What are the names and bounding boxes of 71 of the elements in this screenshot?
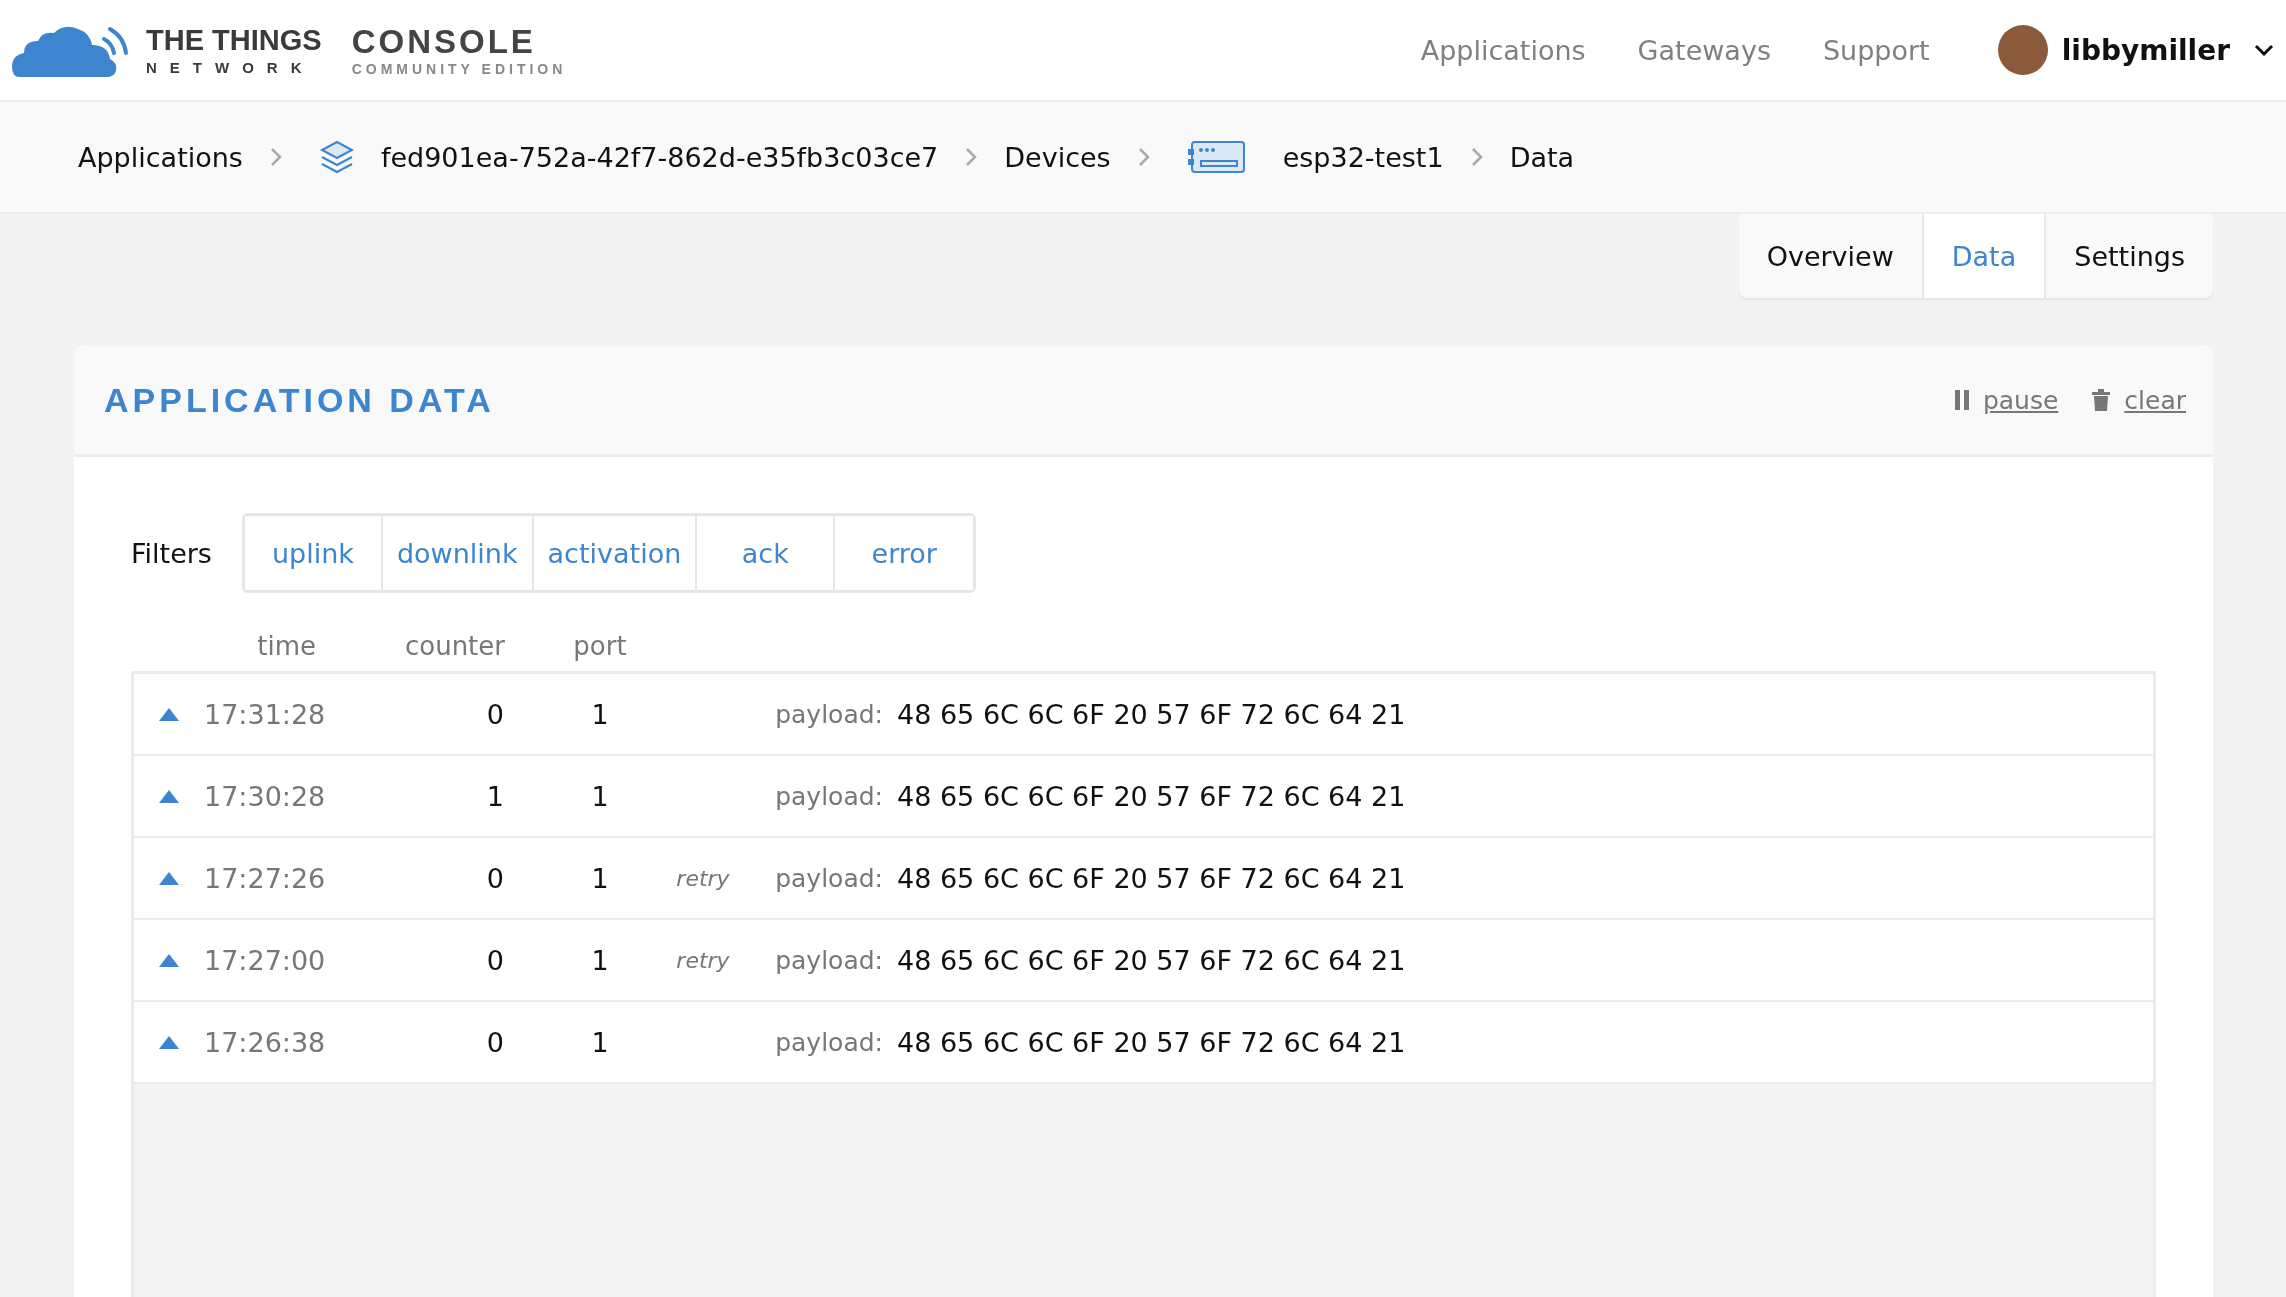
counter-cell-text: 1 — [485, 780, 504, 812]
payload-value: 48 65 6C 6C 6F 20 57 6F 72 6C 64 21 — [897, 944, 1407, 976]
pause-icon[interactable] — [1954, 390, 1969, 410]
breadcrumb-link[interactable]: esp32-test1 — [1282, 141, 1444, 173]
payload-label: payload: — [774, 781, 884, 811]
payload-value: 48 65 6C 6C 6F 20 57 6F 72 6C 64 21 — [897, 780, 1407, 812]
port-cell-text: 1 — [590, 780, 610, 812]
trash-icon[interactable] — [2092, 389, 2111, 411]
payload-value: 48 65 6C 6C 6F 20 57 6F 72 6C 64 21 — [897, 862, 1407, 894]
chevron-right-icon — [1136, 146, 1151, 168]
nav-link[interactable]: Gateways — [1637, 34, 1771, 66]
breadcrumb-link[interactable]: fed901ea-752a-42f7-862d-e35fb3c03ce7 — [380, 141, 939, 173]
data-row[interactable]: 17:30:28 1 1 payload: 48 65 6C 6C 6F 20 57 6F 72 6C 64 21 — [134, 756, 2153, 838]
time-cell-text: 17:27:26 — [204, 862, 327, 894]
counter-cell-text: 0 — [485, 944, 504, 976]
uplink-triangle-icon — [159, 1035, 179, 1049]
retry-note: retry — [676, 865, 730, 891]
tab[interactable]: Settings — [2046, 214, 2213, 298]
payload-label: payload: — [774, 863, 884, 893]
card-title: APPLICATION DATA — [104, 380, 495, 420]
port-cell-text: 1 — [590, 1026, 610, 1058]
filter-button[interactable]: uplink — [244, 516, 383, 590]
product-edition: COMMUNITY EDITION — [351, 61, 567, 76]
nav-link[interactable]: Applications — [1420, 34, 1586, 66]
column-header: counter — [403, 631, 505, 661]
counter-cell-text: 0 — [485, 862, 504, 894]
chevron-right-icon — [1469, 146, 1484, 168]
uplink-triangle-icon — [159, 953, 179, 967]
uplink-triangle-icon — [159, 707, 179, 721]
uplink-triangle-icon — [159, 789, 179, 803]
device-board-icon — [1186, 139, 1247, 175]
payload-label: payload: — [774, 699, 884, 729]
avatar[interactable] — [1997, 25, 2048, 75]
time-cell-text: 17:31:28 — [204, 698, 327, 730]
port-cell-text: 1 — [590, 862, 610, 894]
user-name[interactable]: libbymiller — [2061, 33, 2230, 67]
chevron-right-icon — [964, 146, 979, 168]
counter-cell-text: 0 — [485, 1026, 504, 1058]
payload-value: 48 65 6C 6C 6F 20 57 6F 72 6C 64 21 — [897, 698, 1407, 730]
tab[interactable]: Data — [1923, 214, 2047, 298]
data-row[interactable]: 17:27:26 0 1 retry payload: 48 65 6C 6C 6F 20 57 6F 72 6C 64 21 — [134, 838, 2153, 920]
payload-label: payload: — [774, 1027, 884, 1057]
time-cell-text: 17:26:38 — [204, 1026, 327, 1058]
brand-name: THE THINGS — [146, 25, 322, 55]
action-link[interactable]: clear — [2124, 385, 2186, 415]
payload-label: payload: — [774, 945, 884, 975]
data-row[interactable]: 17:31:28 0 1 payload: 48 65 6C 6C 6F 20 57 6F 72 6C 64 21 — [134, 674, 2153, 756]
data-row[interactable]: 17:26:38 0 1 payload: 48 65 6C 6C 6F 20 57 6F 72 6C 64 21 — [134, 1002, 2153, 1084]
port-cell-text: 1 — [590, 944, 610, 976]
chevron-down-icon[interactable] — [2254, 44, 2274, 56]
data-row[interactable]: 17:27:00 0 1 retry payload: 48 65 6C 6C 6F 20 57 6F 72 6C 64 21 — [134, 920, 2153, 1002]
action-link[interactable]: pause — [1982, 385, 2059, 415]
column-header: port — [572, 631, 628, 661]
port-cell-text: 1 — [590, 698, 610, 730]
payload-value: 48 65 6C 6C 6F 20 57 6F 72 6C 64 21 — [897, 1026, 1407, 1058]
layers-icon — [318, 139, 355, 175]
tab[interactable]: Overview — [1738, 214, 1924, 298]
breadcrumb-link[interactable]: Applications — [78, 141, 243, 173]
filters-label: Filters — [131, 537, 212, 569]
column-header: time — [256, 631, 316, 661]
uplink-triangle-icon — [159, 871, 179, 885]
nav-link[interactable]: Support — [1822, 34, 1930, 66]
counter-cell-text: 0 — [485, 698, 504, 730]
retry-note: retry — [676, 947, 730, 973]
time-cell-text: 17:27:00 — [204, 944, 327, 976]
breadcrumb-link[interactable]: Data — [1509, 141, 1575, 173]
product-name: CONSOLE — [351, 24, 537, 58]
chevron-right-icon — [268, 146, 283, 168]
brand-subtitle: NETWORK — [146, 59, 316, 75]
time-cell-text: 17:30:28 — [204, 780, 327, 812]
breadcrumb-link[interactable]: Devices — [1004, 141, 1111, 173]
